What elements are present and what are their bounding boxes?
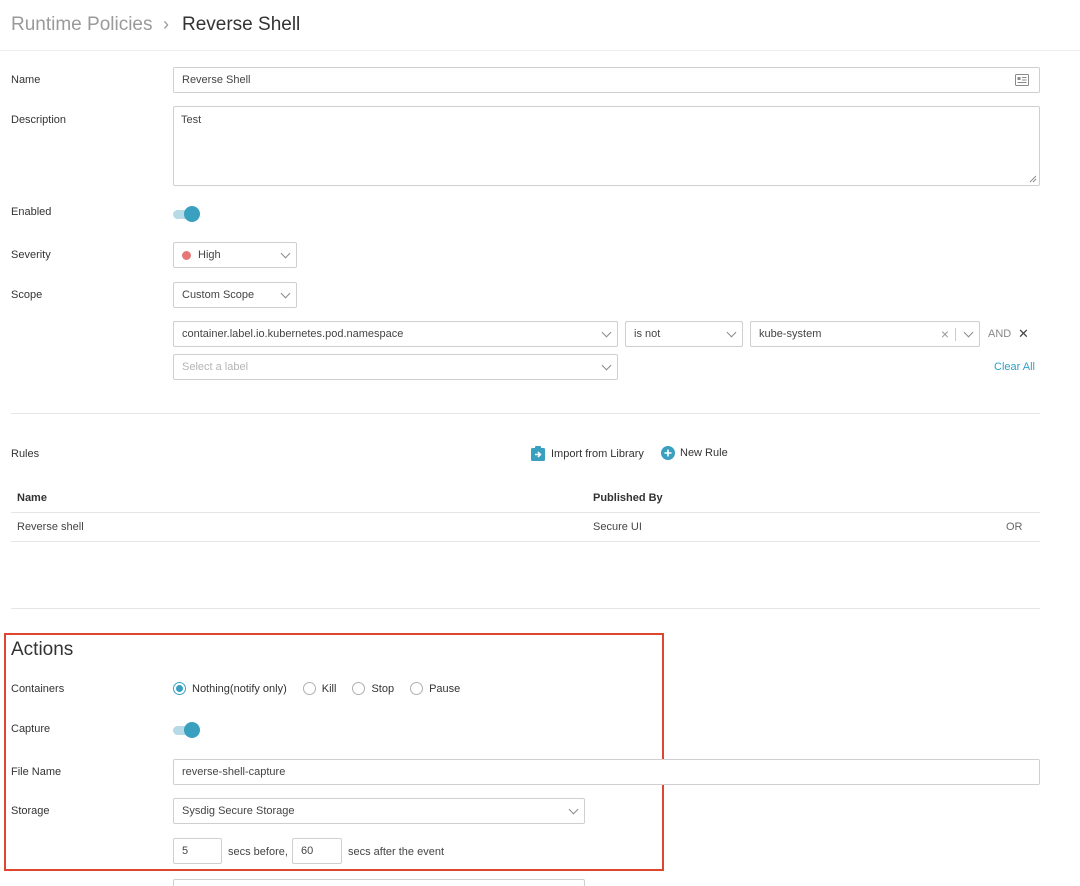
description-textarea[interactable]: Test <box>173 106 1040 186</box>
table-row[interactable]: Reverse shell Secure UI OR <box>11 513 1040 541</box>
secs-before-text: secs before, <box>228 846 288 858</box>
select-label-placeholder: Select a label <box>182 361 249 373</box>
severity-dot-icon <box>182 250 191 260</box>
name-label: Name <box>11 74 41 86</box>
scope-value: Custom Scope <box>182 289 255 301</box>
resize-handle-icon[interactable] <box>1029 175 1037 183</box>
select-label-input[interactable]: Select a label <box>173 354 618 380</box>
secs-before-value: 5 <box>182 845 189 857</box>
secs-after-text: secs after the event <box>348 846 444 858</box>
secs-before-input[interactable]: 5 <box>173 838 222 864</box>
radio-checked-icon[interactable] <box>173 682 186 695</box>
remove-scope-rule-icon[interactable]: ✕ <box>1018 326 1029 342</box>
page-title: Reverse Shell <box>182 14 301 35</box>
cut-off-field[interactable] <box>173 879 585 886</box>
radio-option-label: Nothing(notify only) <box>192 682 287 695</box>
scope-operator-select[interactable]: is not <box>625 321 743 347</box>
select-separator <box>955 328 956 341</box>
chevron-down-icon <box>568 804 579 815</box>
section-divider <box>11 608 1040 609</box>
scope-label: Scope <box>11 289 43 301</box>
scope-operator-value: is not <box>634 328 661 340</box>
file-name-value: reverse-shell-capture <box>182 766 286 778</box>
section-divider <box>11 413 1040 414</box>
chevron-down-icon <box>601 327 612 338</box>
table-row-divider <box>11 541 1040 542</box>
chevron-down-icon <box>726 327 737 338</box>
actions-title: Actions <box>11 639 74 660</box>
capture-toggle[interactable] <box>173 722 201 738</box>
enabled-toggle[interactable] <box>173 206 201 222</box>
name-input-value: Reverse Shell <box>182 74 251 86</box>
scope-label-key-value: container.label.io.kubernetes.pod.namesp… <box>182 328 404 340</box>
rules-label: Rules <box>11 448 40 460</box>
secs-after-value: 60 <box>301 845 314 857</box>
secs-after-input[interactable]: 60 <box>292 838 342 864</box>
file-name-label: File Name <box>11 766 62 778</box>
clear-value-icon[interactable]: × <box>941 326 949 342</box>
radio-option-label: Pause <box>429 682 461 695</box>
radio-unchecked-icon[interactable] <box>352 682 366 695</box>
capture-label: Capture <box>11 723 51 735</box>
import-from-library-button[interactable]: Import from Library <box>530 445 644 462</box>
contact-card-icon <box>1015 74 1029 86</box>
severity-label: Severity <box>11 249 51 261</box>
chevron-down-icon <box>963 327 974 338</box>
scope-value-text: kube-system <box>759 328 822 340</box>
severity-select[interactable]: High <box>173 242 297 268</box>
radio-option-label: Stop <box>371 682 395 695</box>
file-name-input[interactable]: reverse-shell-capture <box>173 759 1040 785</box>
radio-unchecked-icon[interactable] <box>302 682 316 695</box>
container-action-radio-group: Nothing(notify only) Kill Stop Pause <box>173 682 476 695</box>
storage-select[interactable]: Sysdig Secure Storage <box>173 798 585 824</box>
radio-option-stop[interactable]: Stop <box>352 682 394 695</box>
breadcrumb-parent-link[interactable]: Runtime Policies <box>11 14 153 36</box>
plus-circle-icon <box>661 446 675 460</box>
containers-label: Containers <box>11 683 65 695</box>
rule-operator: OR <box>1006 521 1023 533</box>
radio-option-label: Kill <box>321 682 337 695</box>
description-value: Test <box>181 114 202 126</box>
storage-label: Storage <box>11 805 50 817</box>
clear-all-link[interactable]: Clear All <box>994 361 1035 373</box>
radio-option-kill[interactable]: Kill <box>302 682 337 695</box>
name-input[interactable]: Reverse Shell <box>173 67 1040 93</box>
enabled-label: Enabled <box>11 206 52 218</box>
radio-unchecked-icon[interactable] <box>410 682 424 695</box>
scope-select[interactable]: Custom Scope <box>173 282 297 308</box>
scope-conjunction: AND <box>988 328 1012 340</box>
import-from-library-label: Import from Library <box>551 447 644 460</box>
rules-column-name: Name <box>17 492 47 504</box>
breadcrumb-separator-icon: › <box>163 14 169 34</box>
rule-name: Reverse shell <box>17 521 84 533</box>
new-rule-button[interactable]: New Rule <box>661 446 728 460</box>
chevron-down-icon <box>280 248 291 259</box>
storage-value: Sysdig Secure Storage <box>182 805 295 817</box>
actions-highlight-box <box>4 633 664 871</box>
header-divider <box>0 50 1080 51</box>
rules-column-published-by: Published By <box>593 492 663 504</box>
radio-option-nothing[interactable]: Nothing(notify only) <box>173 682 287 695</box>
severity-value: High <box>198 249 221 261</box>
import-library-icon <box>531 446 545 461</box>
chevron-down-icon <box>601 360 612 371</box>
description-label: Description <box>11 114 67 126</box>
scope-value-select[interactable]: kube-system × <box>750 321 980 347</box>
chevron-down-icon <box>280 288 291 299</box>
scope-label-key-select[interactable]: container.label.io.kubernetes.pod.namesp… <box>173 321 618 347</box>
new-rule-label: New Rule <box>680 447 728 459</box>
rule-published-by: Secure UI <box>593 521 642 533</box>
radio-option-pause[interactable]: Pause <box>410 682 460 695</box>
